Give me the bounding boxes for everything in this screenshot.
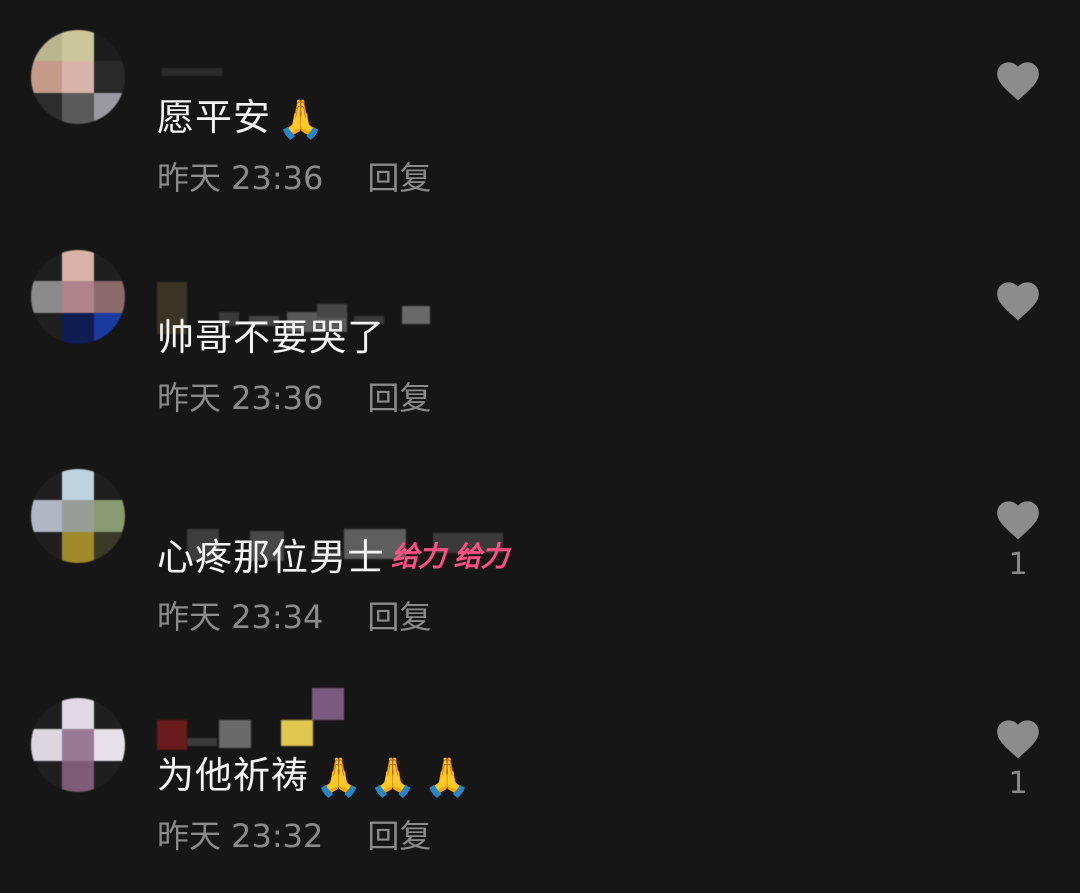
comment-text: 帅哥不要哭了 bbox=[157, 316, 385, 360]
like-count: 1 bbox=[1008, 547, 1028, 582]
avatar[interactable] bbox=[31, 698, 125, 792]
praying-hands-emoji: 🙏 bbox=[277, 97, 326, 141]
heart-icon[interactable] bbox=[993, 276, 1043, 322]
praying-hands-emoji: 🙏 bbox=[423, 755, 472, 799]
comment-text: 心疼那位男士 给力 给力 bbox=[157, 535, 509, 580]
heart-icon[interactable] bbox=[993, 714, 1043, 760]
comment-time: 昨天 23:36 bbox=[157, 379, 324, 417]
comment-item: 帅哥不要哭了 昨天 23:36 回复 bbox=[0, 250, 1080, 450]
reply-button[interactable]: 回复 bbox=[367, 159, 431, 197]
comment-time: 昨天 23:36 bbox=[157, 159, 324, 197]
avatar[interactable] bbox=[31, 30, 125, 124]
comment-text: 愿平安 🙏 bbox=[157, 96, 325, 141]
username-blurred[interactable] bbox=[157, 688, 517, 750]
comment-text: 为他祈祷 🙏 🙏 🙏 bbox=[157, 754, 472, 799]
reply-button[interactable]: 回复 bbox=[367, 598, 431, 636]
reply-button[interactable]: 回复 bbox=[367, 817, 431, 855]
like-button[interactable]: 1 bbox=[992, 495, 1044, 583]
geili-sticker: 给力 给力 bbox=[391, 540, 509, 573]
avatar[interactable] bbox=[31, 469, 125, 563]
like-button[interactable] bbox=[992, 56, 1044, 102]
comment-item: 为他祈祷 🙏 🙏 🙏 昨天 23:32 回复 1 bbox=[0, 688, 1080, 888]
comment-meta: 昨天 23:32 回复 bbox=[157, 816, 431, 856]
like-button[interactable]: 1 bbox=[992, 714, 1044, 802]
comment-time: 昨天 23:32 bbox=[157, 817, 324, 855]
comment-item: 愿平安 🙏 昨天 23:36 回复 bbox=[0, 30, 1080, 230]
like-count: 1 bbox=[1008, 766, 1028, 801]
heart-icon[interactable] bbox=[993, 495, 1043, 541]
praying-hands-emoji: 🙏 bbox=[315, 755, 364, 799]
comment-time: 昨天 23:34 bbox=[157, 598, 324, 636]
comment-text-content: 帅哥不要哭了 bbox=[157, 316, 385, 359]
like-button[interactable] bbox=[992, 276, 1044, 322]
comment-text-content: 为他祈祷 bbox=[157, 754, 309, 797]
comment-text-content: 愿平安 bbox=[157, 96, 271, 139]
avatar[interactable] bbox=[31, 250, 125, 344]
comment-meta: 昨天 23:34 回复 bbox=[157, 597, 431, 637]
comment-meta: 昨天 23:36 回复 bbox=[157, 158, 431, 198]
comment-meta: 昨天 23:36 回复 bbox=[157, 378, 431, 418]
comment-text-content: 心疼那位男士 bbox=[157, 536, 385, 579]
comment-item: 心疼那位男士 给力 给力 昨天 23:34 回复 1 bbox=[0, 469, 1080, 669]
praying-hands-emoji: 🙏 bbox=[369, 755, 418, 799]
heart-icon[interactable] bbox=[993, 56, 1043, 102]
reply-button[interactable]: 回复 bbox=[367, 379, 431, 417]
